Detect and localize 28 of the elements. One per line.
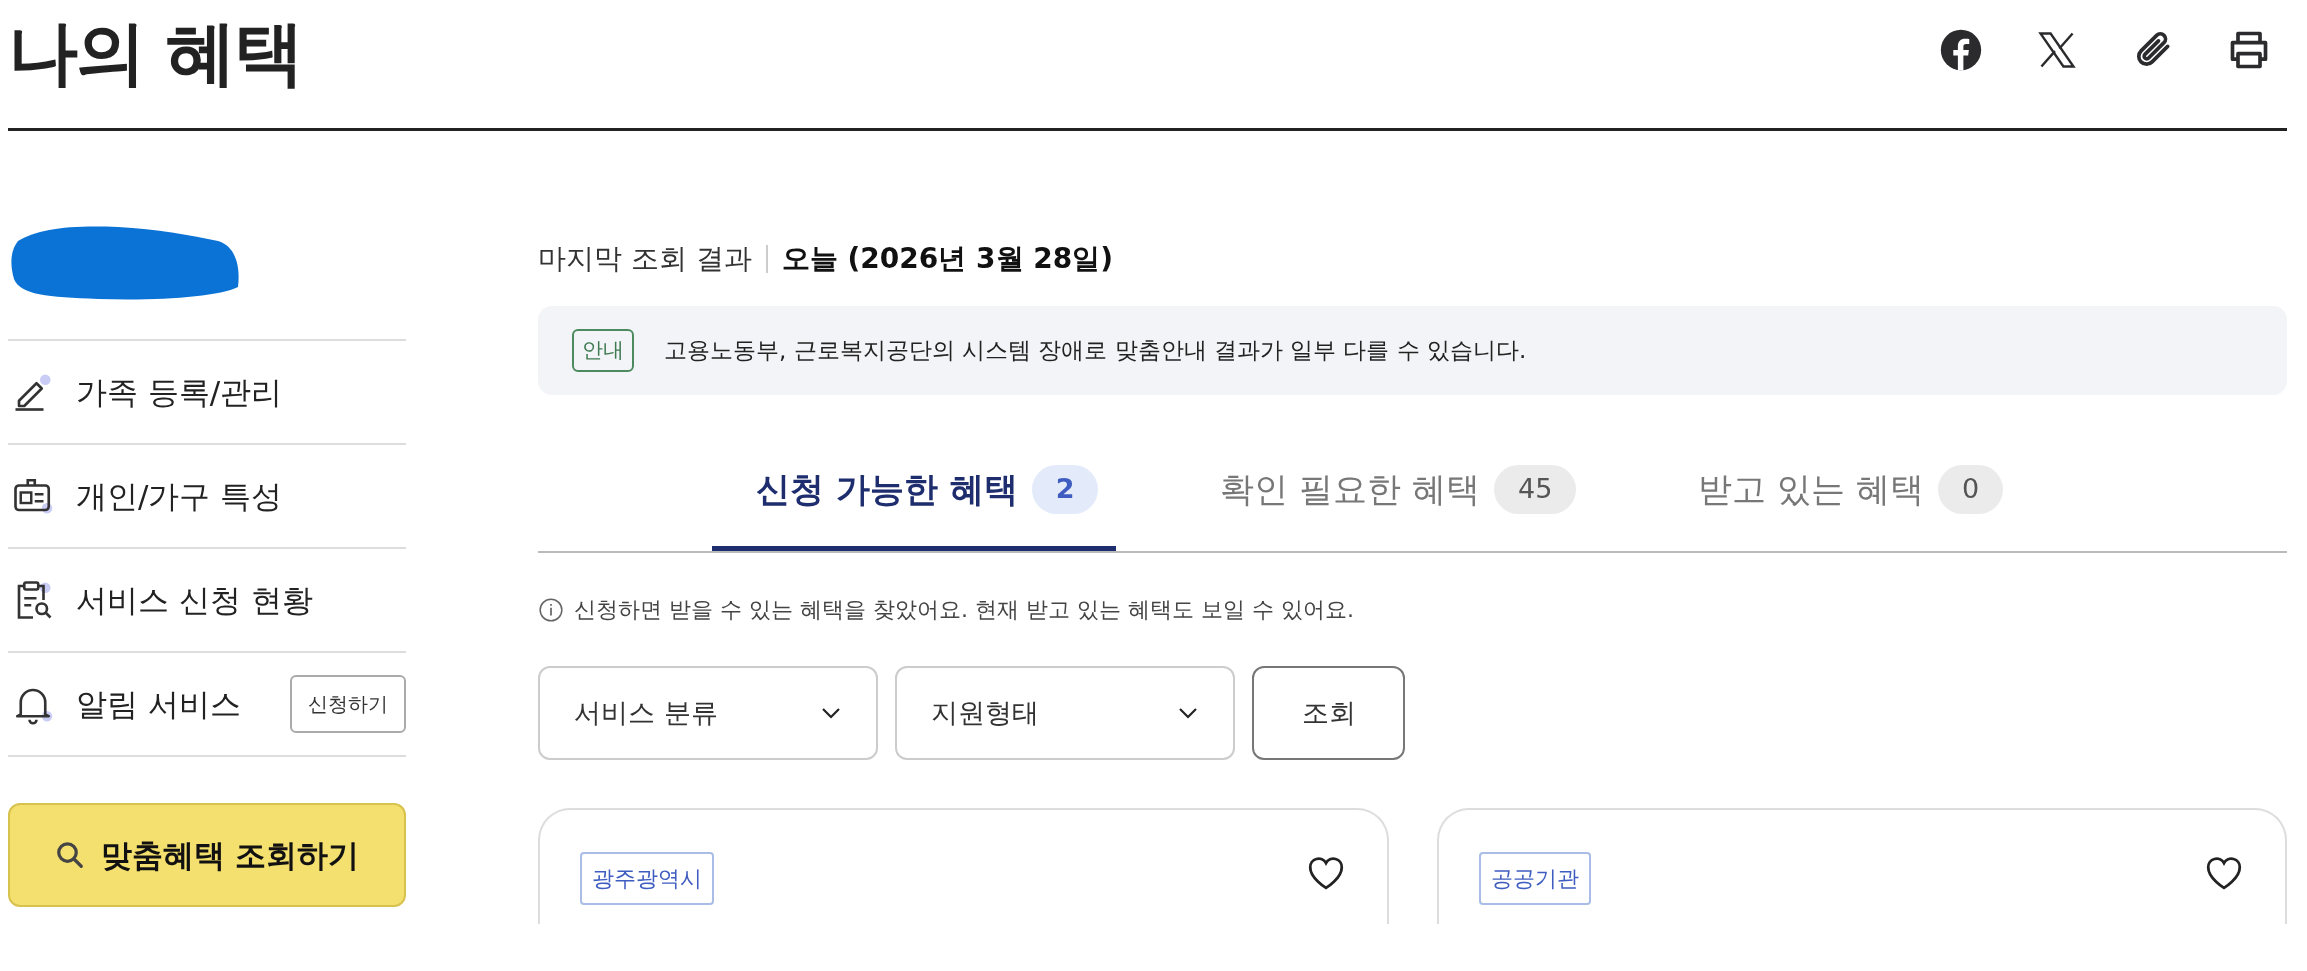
search-icon — [54, 840, 85, 870]
sidebar-link[interactable]: 가족 등록/관리 — [76, 368, 406, 416]
page-title: 나의 혜택 — [8, 11, 303, 88]
notice-badge: 안내 — [572, 328, 634, 373]
count-badge: 0 — [1938, 465, 2004, 514]
region-tag: 광주광역시 — [580, 852, 714, 905]
filter-dropdown[interactable]: 서비스 분류 — [538, 666, 878, 760]
sidebar-link[interactable]: 개인/가구 특성 — [76, 472, 406, 520]
tab[interactable]: 확인 필요한 혜택 45 — [1176, 439, 1595, 551]
benefit-search-button[interactable]: 맞춤혜택 조회하기 — [8, 803, 406, 907]
sidebar-link[interactable]: 서비스 신청 현황 — [76, 576, 406, 624]
notice-text: 고용노동부, 근로복지공단의 시스템 장애로 맞춤안내 결과가 일부 다를 수 있습니다. — [664, 336, 1527, 366]
chevron-down-icon — [1177, 706, 1199, 720]
region-tag: 공공기관 — [1478, 852, 1591, 905]
count-badge: 2 — [1031, 465, 1099, 514]
hint-text: 신청하면 받을 수 있는 혜택을 찾았어요. 현재 받고 있는 혜택도 보일 수 있어요. — [574, 596, 1354, 624]
sidebar-link[interactable]: 알림 서비스 — [76, 680, 268, 728]
subscribe-button[interactable]: 신청하기 — [290, 675, 406, 733]
filter-dropdown[interactable]: 지원형태 — [895, 666, 1235, 760]
search-button[interactable]: 조회 — [1252, 666, 1405, 760]
count-badge: 45 — [1494, 465, 1577, 514]
facebook-icon[interactable] — [1939, 28, 1983, 72]
tab[interactable]: 신청 가능한 혜택 2 — [712, 439, 1117, 551]
chevron-down-icon — [820, 706, 842, 720]
tab[interactable]: 받고 있는 혜택 0 — [1654, 439, 2022, 551]
info-icon — [538, 596, 564, 623]
last-result-date: 오늘 (2026년 3월 28일) — [765, 245, 1114, 273]
last-result-label: 마지막 조회 결과 — [538, 241, 752, 277]
